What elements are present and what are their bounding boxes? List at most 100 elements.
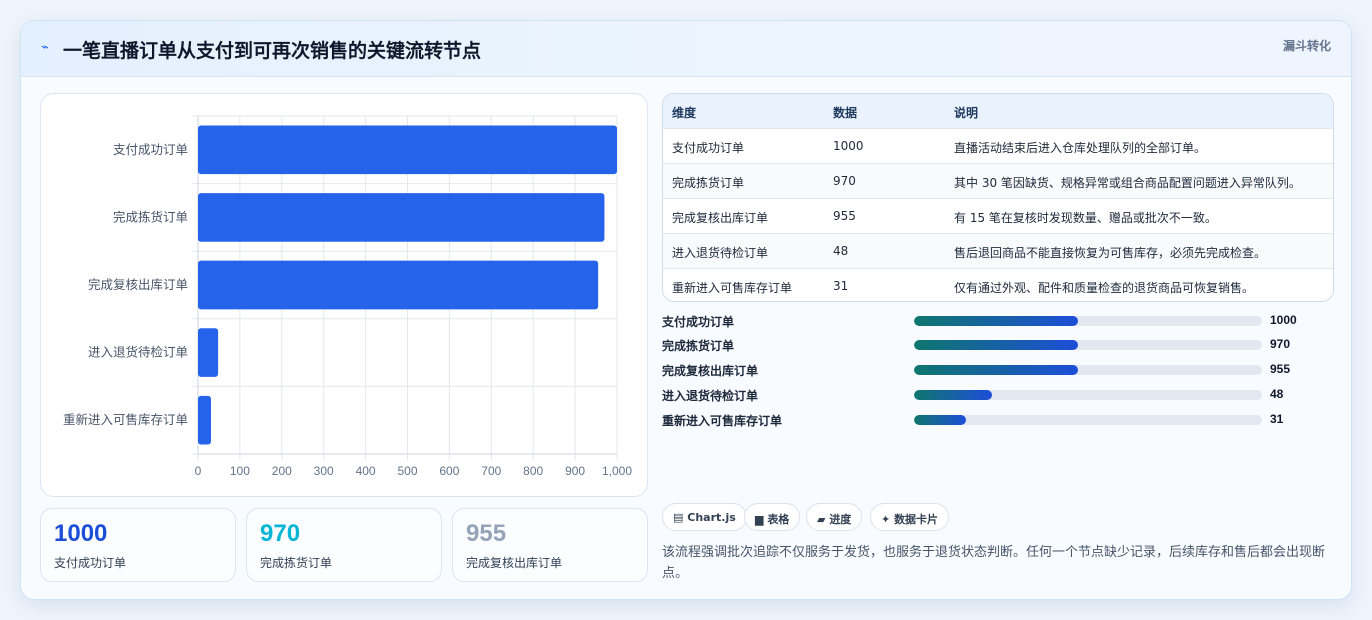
table-cell: 完成拣货订单 [672,176,745,190]
y-tick-label: 完成拣货订单 [113,209,188,224]
x-tick-label: 400 [356,464,376,478]
stat-value: 970 [260,520,301,547]
progress-value: 31 [1270,412,1284,426]
bar [198,193,605,242]
progress-value: 1000 [1270,313,1297,327]
progress-track [914,415,1262,425]
table-row: 完成复核出库订单 955 有 15 笔在复核时发现数量、赠品或批次不一致。 [663,199,1333,234]
table-cell: 仅有通过外观、配件和质量检查的退货商品可恢复销售。 [954,281,1255,295]
progress-label: 完成拣货订单 [662,339,735,353]
table-row: 进入退货待检订单 48 售后退回商品不能直接恢复为可售库存，必须先完成检查。 [663,234,1333,269]
table-header-row: 维度 数据 说明 [663,94,1333,129]
progress-fill [914,365,1078,375]
stat-value: 955 [466,520,507,547]
progress-track [914,390,1262,400]
table-header-cell: 数据 [833,106,858,120]
bar [198,260,599,310]
stat-card-picked: 970 完成拣货订单 [246,508,442,582]
table-cell: 31 [833,279,849,293]
table-cell: 完成复核出库订单 [672,211,769,225]
stat-card-paid: 1000 支付成功订单 [40,508,236,582]
y-tick-label: 重新进入可售库存订单 [63,412,188,427]
progress-value: 48 [1270,387,1284,401]
chip-table[interactable]: ▆ 表格 [744,503,801,531]
x-tick-label: 700 [481,464,501,478]
chart-icon: ▤ [673,511,684,524]
table-cell: 售后退回商品不能直接恢复为可售库存，必须先完成检查。 [954,246,1267,260]
data-table: 维度 数据 说明 支付成功订单 1000 直播活动结束后进入仓库处理队列的全部订… [662,93,1334,302]
y-tick-label: 完成复核出库订单 [88,277,188,292]
progress-label: 重新进入可售库存订单 [662,414,783,428]
card-icon: ✦ [881,513,891,526]
table-cell: 48 [833,244,849,258]
table-cell: 955 [833,209,856,223]
card-header: ⌁ 一笔直播订单从支付到可再次销售的关键流转节点 漏斗转化 [21,21,1351,77]
stat-label: 支付成功订单 [54,556,127,570]
x-tick-label: 0 [195,464,202,478]
table-cell: 重新进入可售库存订单 [672,281,793,295]
progress-track [914,365,1262,375]
progress-row: 完成拣货订单 970 [662,335,1334,355]
progress-fill [914,316,1078,326]
progress-track [914,340,1262,350]
chip-label: 进度 [829,513,852,526]
x-tick-label: 100 [230,464,250,478]
progress-label: 支付成功订单 [662,315,735,329]
chip-label: 表格 [767,513,790,526]
summary-note: 该流程强调批次追踪不仅服务于发货，也服务于退货状态判断。任何一个节点缺少记录，后… [662,545,1326,581]
x-tick-label: 900 [565,464,585,478]
header-tag: 漏斗转化 [1282,39,1331,53]
stat-label: 完成拣货订单 [260,556,333,570]
bar-chart: 0 100 200 300 400 500 600 700 800 900 1,000支付成功订单完… [63,115,632,478]
table-cell: 970 [833,174,856,188]
progress-fill [914,390,993,400]
progress-value: 970 [1270,337,1291,351]
table-cell: 直播活动结束后进入仓库处理队列的全部订单。 [954,141,1207,155]
table-icon: ▆ [755,513,764,526]
progress-row: 支付成功订单 1000 [662,311,1334,331]
stat-label: 完成复核出库订单 [466,556,563,570]
progress-label: 完成复核出库订单 [662,364,759,378]
progress-value: 955 [1270,362,1291,376]
progress-track [914,316,1262,326]
progress-row: 进入退货待检订单 48 [662,385,1334,405]
progress-label: 进入退货待检订单 [662,389,759,403]
progress-row: 完成复核出库订单 955 [662,360,1334,380]
table-header-cell: 维度 [672,106,697,120]
progress-row: 重新进入可售库存订单 31 [662,410,1334,430]
table-row: 完成拣货订单 970 其中 30 笔因缺货、规格异常或组合商品配置问题进入异常队… [663,164,1333,199]
progress-fill [914,340,1078,350]
table-cell: 其中 30 笔因缺货、规格异常或组合商品配置问题进入异常队列。 [954,176,1301,190]
bar [198,125,617,175]
x-tick-label: 200 [272,464,292,478]
chip-data-card[interactable]: ✦ 数据卡片 [870,503,950,531]
dashboard-card: ⌁ 一笔直播订单从支付到可再次销售的关键流转节点 漏斗转化 0 100 200 300… [20,20,1352,600]
bar-chart-panel: 0 100 200 300 400 500 600 700 800 900 1,000 支付成功订单完… [40,93,648,497]
table-cell: 进入退货待检订单 [672,246,769,260]
chip-label: 数据卡片 [894,513,939,526]
stat-card-shipped: 955 完成复核出库订单 [452,508,648,582]
x-tick-label: 800 [523,464,543,478]
table-row: 支付成功订单 1000 直播活动结束后进入仓库处理队列的全部订单。 [663,129,1333,164]
progress-icon: ▰ [817,513,826,526]
x-tick-label: 500 [397,464,417,478]
y-tick-label: 支付成功订单 [113,142,188,157]
y-tick-label: 进入退货待检订单 [88,345,188,360]
table-cell: 有 15 笔在复核时发现数量、赠品或批次不一致。 [954,211,1217,225]
chip-label: Chart.js [687,511,736,524]
table-cell: 1000 [833,139,864,153]
x-tick-label: 300 [314,464,334,478]
progress-fill [914,415,966,425]
chip-chartjs[interactable]: ▤ Chart.js [662,503,747,531]
bar [198,328,219,377]
table-cell: 支付成功订单 [672,141,745,155]
lightning-icon: ⌁ [41,40,49,55]
table-header-cell: 说明 [954,106,979,120]
x-tick-label: 600 [439,464,459,478]
page-title: 一笔直播订单从支付到可再次销售的关键流转节点 [63,40,482,62]
x-tick-label: 1,000 [602,464,632,478]
chip-progress[interactable]: ▰ 进度 [806,503,863,531]
table-row: 重新进入可售库存订单 31 仅有通过外观、配件和质量检查的退货商品可恢复销售。 [663,269,1333,301]
bar [198,395,211,445]
stat-value: 1000 [54,520,108,547]
